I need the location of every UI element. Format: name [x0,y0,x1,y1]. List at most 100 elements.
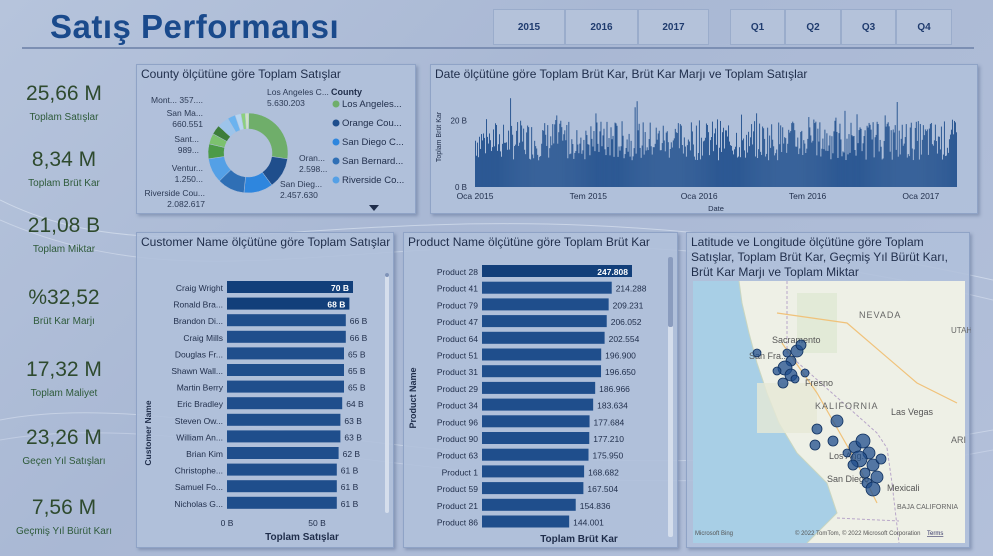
date-column-bar [576,130,578,187]
date-column-bar [721,151,722,187]
date-column-bar [811,142,813,187]
quarter-q2-button[interactable]: Q2 [785,9,841,45]
date-column-bar [546,145,548,187]
date-column-bar [581,153,583,187]
date-column-bar [829,135,831,187]
date-column-bar [654,143,656,187]
date-column-bar [704,137,706,187]
date-column-bar [720,120,721,187]
bar [482,348,602,361]
donut-outside-label: Los Angeles C... [267,87,329,97]
date-column-chart[interactable]: Toplam Brüt Kar 20 B0 BOca 2015 Tem 2015 Oc… [431,65,979,215]
date-column-bar [658,130,660,187]
date-column-bar [677,123,679,187]
bar [227,413,341,426]
x-tick-label: Oca 2016 [681,191,718,201]
customer-bar-panel[interactable]: Customer Name ölçütüne göre Toplam Satış… [136,232,394,548]
date-column-bar [787,143,789,187]
map-panel[interactable]: Latitude ve Longitude ölçütüne göre Topl… [686,232,971,549]
donut-outside-value: 2.598... [299,164,327,174]
date-column-bar [566,125,568,187]
map-bubble [875,453,887,465]
bar [482,331,605,344]
product-bar-chart[interactable]: Product 28 247.808Product 41 214.288Produc… [404,233,679,549]
scrollbar-thumb[interactable] [668,257,673,327]
date-column-bar [777,160,779,187]
date-column-bar [671,147,673,187]
date-column-bar [524,149,526,187]
bar [227,430,341,443]
scrollbar-track[interactable] [385,273,389,513]
date-column-bar [785,138,787,187]
scrollbar-thumb[interactable] [385,273,389,277]
bar-data-label: 68 B [327,300,345,310]
date-column-bar [591,138,593,187]
date-column-bar [837,157,839,187]
date-column-bar [647,150,649,187]
bar-category-label: Product 96 [437,417,478,427]
date-column-bar [928,128,930,187]
date-column-bar [479,136,480,187]
date-column-bar [932,145,934,187]
date-column-bar [860,128,862,187]
date-column-panel[interactable]: Date ölçütüne göre Toplam Brüt Kar, Brüt… [430,64,978,214]
bubble-map[interactable]: Sacramento San Fra... NEVADA Fresno KALI… [687,233,971,549]
donut-outside-label: Ventur... [172,163,203,173]
quarter-q1-button[interactable]: Q1 [730,9,785,45]
date-column-bar [484,137,485,187]
date-column-bar [620,146,622,187]
date-column-bar [514,146,516,187]
quarter-q3-button[interactable]: Q3 [841,9,896,45]
date-column-bar [636,101,638,187]
map-bubble [859,467,871,479]
date-column-bar [610,127,612,187]
date-column-bar [768,160,770,187]
bar-data-label: 65 B [348,366,366,376]
date-column-bar [702,141,704,187]
bar [227,380,344,393]
date-column-bar [648,139,650,187]
date-column-bar [920,154,922,187]
map-terms-link[interactable]: Terms [927,531,943,537]
date-column-bar [496,124,497,187]
map-bubble [847,459,859,471]
date-column-bar [478,157,479,187]
map-bubble [777,377,789,389]
date-column-bar [762,126,764,187]
bar-data-label: 144.001 [573,518,604,528]
bar [482,515,570,528]
date-column-bar [675,132,677,187]
map-bubble [842,448,852,458]
date-column-bar [513,159,515,187]
kpi-label: Geçmiş Yıl Bürüt Karı [16,526,112,537]
year-2015-button[interactable]: 2015 [493,9,565,45]
date-column-bar [815,121,817,187]
date-column-bar [590,126,592,187]
bar-data-label: 65 B [348,383,366,393]
date-column-bar [851,135,853,187]
donut-outside-label: Sant... [174,134,199,144]
quarter-q4-button[interactable]: Q4 [896,9,952,45]
date-column-bar [653,147,655,187]
bar-category-label: Product 47 [437,317,478,327]
date-column-bar [931,144,933,187]
date-column-bar [486,119,487,187]
bar [227,347,344,360]
county-donut-chart[interactable]: Los Angeles C...5.630.203 Oran...2.598...… [137,65,417,215]
year-2016-button[interactable]: 2016 [565,9,638,45]
kpi-value: 7,56 M [31,496,97,519]
date-column-bar [803,140,805,187]
county-donut-panel[interactable]: County ölçütüne göre Toplam Satışlar Los… [136,64,416,214]
date-column-bar [900,138,902,187]
date-column-bar [910,122,912,187]
customer-bar-chart[interactable]: Craig Wright 70 B Ronald Bra... 68 B Brandon… [137,233,395,549]
bar [482,498,576,511]
year-2017-button[interactable]: 2017 [638,9,709,45]
date-column-bar [847,154,849,187]
date-column-bar [880,146,882,187]
date-column-bar [874,137,876,187]
bar-data-label: 177.210 [593,434,624,444]
product-bar-panel[interactable]: Product Name ölçütüne göre Toplam Brüt K… [403,232,678,548]
date-column-bar [887,122,889,187]
map-label-baja: BAJA CALIFORNIA [897,504,958,511]
